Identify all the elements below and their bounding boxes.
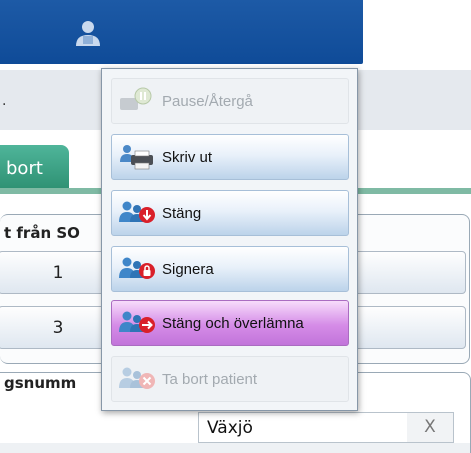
print-icon bbox=[120, 145, 153, 170]
tab-label: bort bbox=[6, 158, 43, 179]
value-button-right-3[interactable] bbox=[350, 306, 466, 349]
close-patient-icon bbox=[119, 201, 155, 223]
patient-context-menu: Pause/Återgå Skriv ut Stäng Signera Stän… bbox=[101, 68, 358, 411]
top-toolbar bbox=[0, 0, 363, 64]
value-button-right-1[interactable] bbox=[350, 251, 466, 294]
menu-item-label: Signera bbox=[162, 260, 214, 278]
user-icon[interactable] bbox=[70, 18, 106, 50]
tab-remove[interactable]: bort bbox=[0, 145, 69, 188]
menu-item-sign[interactable]: Signera bbox=[111, 246, 349, 292]
remove-patient-icon bbox=[119, 367, 155, 389]
pause-resume-icon bbox=[120, 87, 152, 110]
menu-item-label: Stäng bbox=[162, 204, 202, 222]
sos-group-title: t från SO bbox=[4, 224, 80, 242]
menu-item-label: Pause/Återgå bbox=[162, 92, 253, 110]
menu-item-remove-patient: Ta bort patient bbox=[111, 356, 349, 402]
separator-dot: . bbox=[2, 93, 7, 109]
menu-item-pause-resume: Pause/Återgå bbox=[111, 78, 349, 124]
menu-item-print[interactable]: Skriv ut bbox=[111, 134, 349, 180]
clear-button[interactable]: X bbox=[407, 413, 453, 442]
menu-item-label: Skriv ut bbox=[162, 148, 213, 166]
number-group-title: gsnumm bbox=[4, 374, 77, 392]
toolbar-empty-area bbox=[363, 0, 471, 64]
close-handover-icon bbox=[119, 311, 155, 333]
sign-lock-icon bbox=[119, 257, 155, 279]
menu-item-close[interactable]: Stäng bbox=[111, 190, 349, 236]
menu-item-label: Stäng och överlämna bbox=[162, 314, 304, 332]
menu-item-label: Ta bort patient bbox=[162, 370, 258, 388]
menu-item-close-handover[interactable]: Stäng och överlämna bbox=[111, 300, 349, 346]
